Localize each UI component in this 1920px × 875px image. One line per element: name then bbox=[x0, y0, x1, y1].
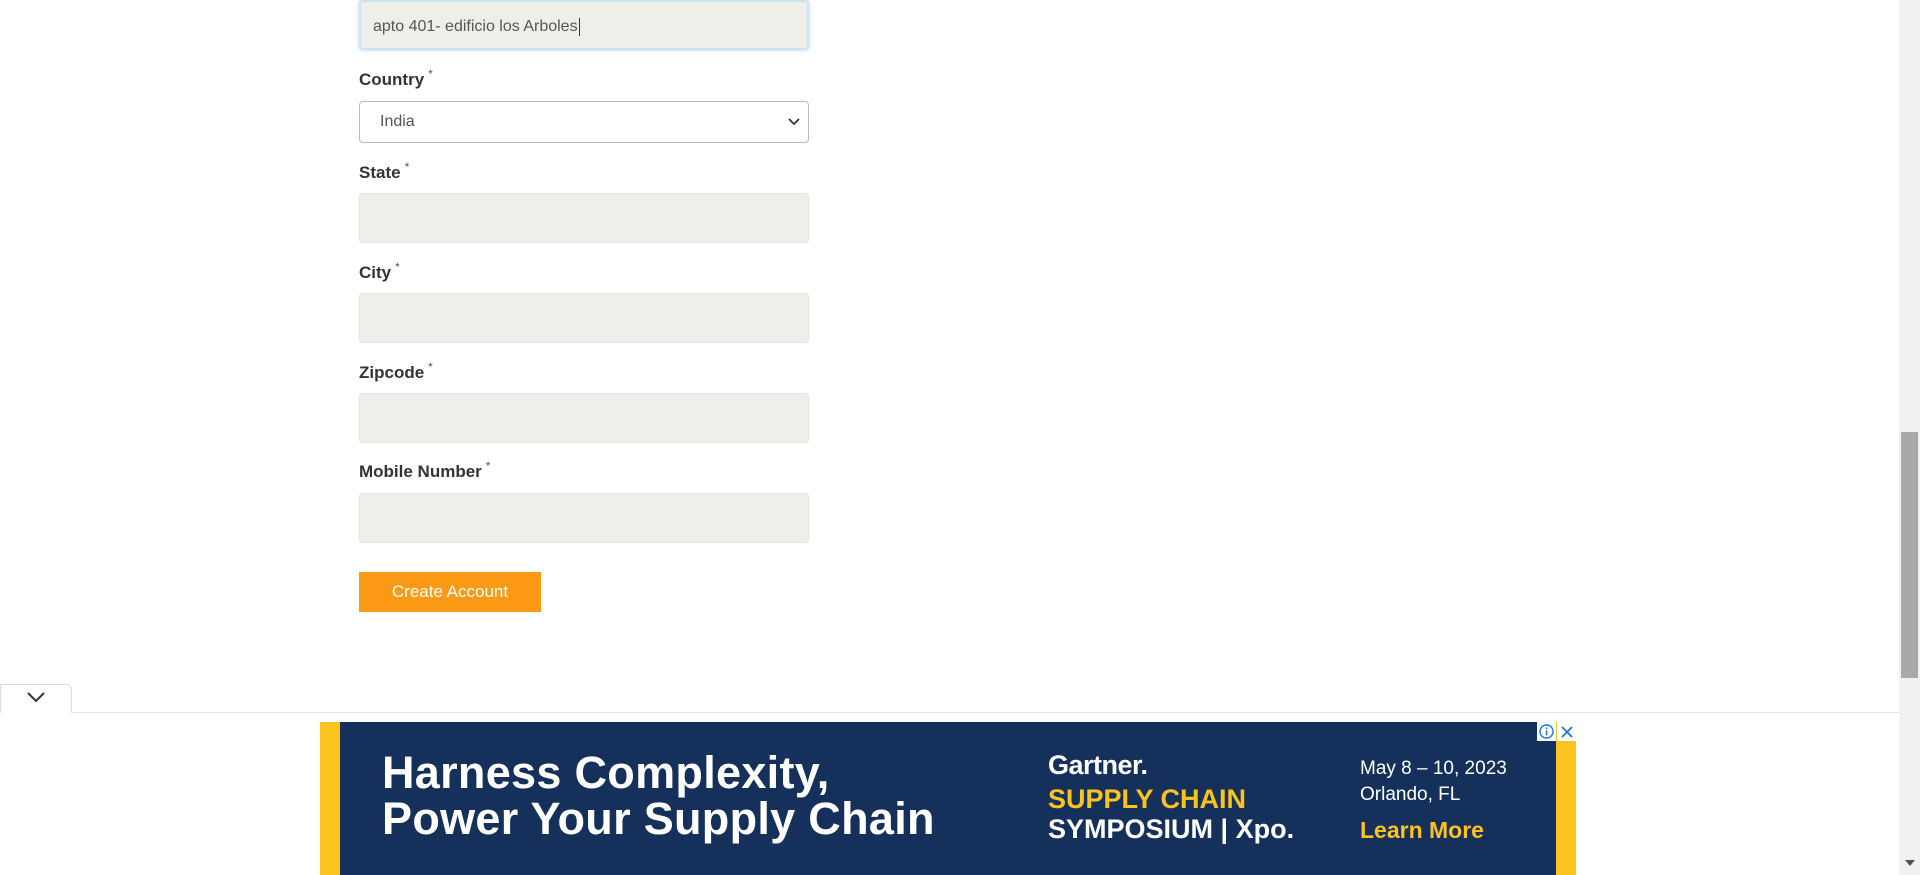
close-icon[interactable] bbox=[1557, 722, 1576, 741]
state-label: State * bbox=[359, 160, 410, 183]
country-label: Country * bbox=[359, 67, 433, 90]
collapse-chevron-icon bbox=[26, 690, 46, 708]
ad-event-line-1: SUPPLY CHAIN bbox=[1048, 784, 1247, 814]
required-mark: * bbox=[485, 459, 491, 473]
city-input[interactable] bbox=[359, 293, 809, 343]
text-caret bbox=[578, 17, 580, 36]
ad-location: Orlando, FL bbox=[1360, 784, 1461, 805]
info-icon[interactable] bbox=[1537, 722, 1556, 741]
ad-event-line-2: SYMPOSIUM | Xpo. bbox=[1048, 814, 1295, 844]
ad-brand: Gartner. bbox=[1048, 750, 1148, 780]
country-selected-value: India bbox=[380, 113, 415, 130]
vertical-scrollbar[interactable] bbox=[1899, 0, 1920, 875]
mobile-input[interactable] bbox=[359, 493, 809, 543]
mobile-label: Mobile Number * bbox=[359, 459, 491, 482]
zipcode-input[interactable] bbox=[359, 393, 809, 443]
zipcode-label: Zipcode * bbox=[359, 360, 433, 383]
ad-headline: Harness Complexity, Power Your Supply Ch… bbox=[382, 750, 935, 842]
ad-learn-more-link[interactable]: Learn More bbox=[1360, 817, 1484, 844]
ad-collapse-tab[interactable] bbox=[0, 684, 72, 713]
scroll-down-arrow-icon[interactable] bbox=[1905, 853, 1915, 871]
state-label-text: State bbox=[359, 163, 401, 182]
ad-headline-line-2: Power Your Supply Chain bbox=[382, 793, 935, 844]
ad-banner[interactable]: Harness Complexity, Power Your Supply Ch… bbox=[320, 722, 1576, 875]
chevron-down-icon bbox=[788, 102, 800, 142]
create-account-button[interactable]: Create Account bbox=[359, 572, 541, 612]
required-mark: * bbox=[395, 260, 400, 274]
required-mark: * bbox=[428, 360, 433, 374]
ad-headline-line-1: Harness Complexity, bbox=[382, 747, 830, 798]
state-input[interactable] bbox=[359, 193, 809, 243]
ad-date: May 8 – 10, 2023 bbox=[1360, 758, 1507, 779]
required-mark: * bbox=[428, 67, 433, 81]
zipcode-label-text: Zipcode bbox=[359, 363, 425, 382]
city-label: City * bbox=[359, 260, 400, 283]
scrollbar-thumb[interactable] bbox=[1901, 432, 1918, 678]
city-label-text: City bbox=[359, 263, 392, 282]
mobile-label-text: Mobile Number bbox=[359, 462, 482, 481]
required-mark: * bbox=[404, 160, 410, 174]
address-value: apto 401- edificio los Arboles bbox=[373, 18, 578, 35]
country-label-text: Country bbox=[359, 70, 425, 89]
address-input[interactable]: apto 401- edificio los Arboles bbox=[359, 0, 809, 50]
country-select[interactable]: India bbox=[359, 101, 809, 143]
ad-content: Harness Complexity, Power Your Supply Ch… bbox=[340, 722, 1556, 875]
ad-divider bbox=[0, 712, 1899, 713]
